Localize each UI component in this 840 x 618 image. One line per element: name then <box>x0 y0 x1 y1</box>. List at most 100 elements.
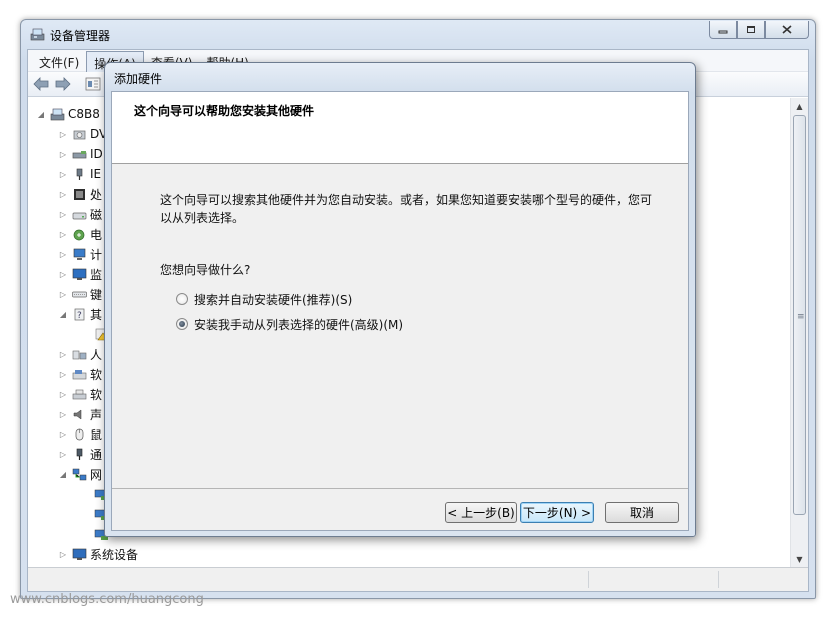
floppy-controller-icon <box>71 387 87 401</box>
close-button[interactable] <box>765 21 809 39</box>
tree-item[interactable]: ▷ 声 <box>58 404 102 424</box>
tree-item[interactable]: ▷ ID <box>58 144 103 164</box>
back-button[interactable]: < 上一步(B) <box>445 502 517 523</box>
tree-item[interactable]: ◢ ? 其 <box>58 304 102 324</box>
option-auto-search[interactable]: 搜索并自动安装硬件(推荐)(S) <box>176 290 352 308</box>
tree-item[interactable]: ▷ 通 <box>58 444 102 464</box>
watermark: www.cnblogs.com/huangcong <box>10 592 204 607</box>
other-devices-icon: ? <box>71 307 87 321</box>
menu-file[interactable]: 文件(F) <box>32 51 86 72</box>
expand-arrow-icon[interactable]: ▷ <box>58 150 68 159</box>
option-manual-select[interactable]: 安装我手动从列表选择的硬件(高级)(M) <box>176 315 403 333</box>
tree-item[interactable]: ▷ 处 <box>58 184 102 204</box>
maximize-button[interactable] <box>737 21 765 39</box>
collapse-arrow-icon[interactable]: ◢ <box>58 310 68 319</box>
network-icon <box>71 467 87 481</box>
expand-arrow-icon[interactable]: ▷ <box>58 430 68 439</box>
status-bar <box>28 567 808 591</box>
svg-text:?: ? <box>77 311 82 321</box>
system-devices-icon <box>71 547 87 561</box>
forward-button[interactable] <box>54 76 72 92</box>
properties-button[interactable] <box>84 76 102 92</box>
expand-arrow-icon[interactable]: ▷ <box>58 290 68 299</box>
maximize-icon <box>747 26 755 33</box>
dvd-drive-icon <box>71 127 87 141</box>
grip-icon: ≡ <box>797 312 805 322</box>
window-title: 设备管理器 <box>50 29 111 43</box>
device-manager-icon <box>30 28 45 41</box>
disk-drive-icon <box>71 207 87 221</box>
tree-item[interactable]: ▷ 人 <box>58 344 102 364</box>
back-button[interactable] <box>32 76 50 92</box>
expand-arrow-icon[interactable]: ▷ <box>58 410 68 419</box>
wizard-description: 这个向导可以搜索其他硬件并为您自动安装。或者，如果您知道要安装哪个型号的硬件，您… <box>160 193 653 225</box>
tree-item[interactable]: ▷ 磁 <box>58 204 102 224</box>
computer-icon <box>49 107 65 121</box>
tree-root-label: C8B8 <box>68 107 100 121</box>
forward-arrow-icon <box>55 77 71 91</box>
tree-item[interactable]: ▷ 软 <box>58 364 102 384</box>
hid-icon <box>71 347 87 361</box>
expand-arrow-icon[interactable]: ▷ <box>58 390 68 399</box>
minimize-icon <box>718 30 728 33</box>
tree-root[interactable]: ◢ C8B8 <box>36 104 100 124</box>
tree-item[interactable]: ▷ 计 <box>58 244 102 264</box>
expand-arrow-icon[interactable]: ▷ <box>58 350 68 359</box>
expand-arrow-icon[interactable]: ▷ <box>58 550 68 559</box>
scroll-down-arrow-icon[interactable]: ▼ <box>791 551 808 568</box>
floppy-icon <box>71 367 87 381</box>
battery-icon <box>71 227 87 241</box>
expand-arrow-icon[interactable]: ▷ <box>58 230 68 239</box>
expand-arrow-icon[interactable]: ▷ <box>58 170 68 179</box>
monitor-icon <box>71 267 87 281</box>
wizard-heading: 这个向导可以帮助您安装其他硬件 <box>134 104 315 118</box>
mouse-icon <box>71 427 87 441</box>
radio-auto-search[interactable] <box>176 293 188 305</box>
properties-icon <box>85 77 101 91</box>
tree-item[interactable]: ▷ 系统设备 <box>58 544 138 564</box>
vertical-scrollbar[interactable]: ▲ ≡ ▼ <box>790 98 808 568</box>
minimize-button[interactable] <box>709 21 737 39</box>
tree-item[interactable]: ▷ DV <box>58 124 107 144</box>
expand-arrow-icon[interactable]: ▷ <box>58 270 68 279</box>
dialog-title: 添加硬件 <box>114 72 163 86</box>
expand-arrow-icon[interactable]: ▷ <box>58 190 68 199</box>
scroll-up-arrow-icon[interactable]: ▲ <box>791 98 808 115</box>
tree-item[interactable]: ▷ 电 <box>58 224 102 244</box>
dialog-body: 这个向导可以帮助您安装其他硬件 这个向导可以搜索其他硬件并为您自动安装。或者，如… <box>111 91 689 531</box>
wizard-header: 这个向导可以帮助您安装其他硬件 <box>112 92 688 164</box>
cancel-button[interactable]: 取消 <box>605 502 679 523</box>
sound-icon <box>71 407 87 421</box>
expand-arrow-icon[interactable]: ▷ <box>58 250 68 259</box>
expand-arrow-icon[interactable]: ▷ <box>58 130 68 139</box>
tree-item[interactable]: ◢ 网 <box>58 464 102 484</box>
usb-icon <box>71 447 87 461</box>
expand-arrow-icon[interactable]: ▷ <box>58 210 68 219</box>
ide-controller-icon <box>71 147 87 161</box>
footer-divider <box>112 488 688 489</box>
option-auto-search-label: 搜索并自动安装硬件(推荐)(S) <box>194 292 353 307</box>
close-icon <box>782 25 792 34</box>
collapse-arrow-icon[interactable]: ◢ <box>58 470 68 479</box>
computer-icon <box>71 247 87 261</box>
window-controls <box>709 21 809 39</box>
next-button[interactable]: 下一步(N) > <box>520 502 594 523</box>
processor-icon <box>71 187 87 201</box>
wizard-question: 您想向导做什么? <box>160 263 251 277</box>
option-manual-select-label: 安装我手动从列表选择的硬件(高级)(M) <box>194 317 404 332</box>
scroll-thumb[interactable]: ≡ <box>793 115 806 515</box>
tree-item[interactable]: ▷ 监 <box>58 264 102 284</box>
status-panel <box>588 571 718 588</box>
tree-item[interactable]: ▷ 键 <box>58 284 102 304</box>
tree-item[interactable]: ▷ 鼠 <box>58 424 102 444</box>
title-bar[interactable]: 设备管理器 <box>21 20 815 48</box>
expand-arrow-icon[interactable]: ▷ <box>58 370 68 379</box>
expand-arrow-icon[interactable]: ▷ <box>58 450 68 459</box>
add-hardware-dialog: 添加硬件 这个向导可以帮助您安装其他硬件 这个向导可以搜索其他硬件并为您自动安装… <box>104 62 696 537</box>
collapse-arrow-icon[interactable]: ◢ <box>36 110 46 119</box>
status-panel <box>718 571 808 588</box>
tree-item[interactable]: ▷ 软 <box>58 384 102 404</box>
tree-item[interactable]: ▷ IE <box>58 164 101 184</box>
radio-manual-select[interactable] <box>176 318 188 330</box>
back-arrow-icon <box>33 77 49 91</box>
